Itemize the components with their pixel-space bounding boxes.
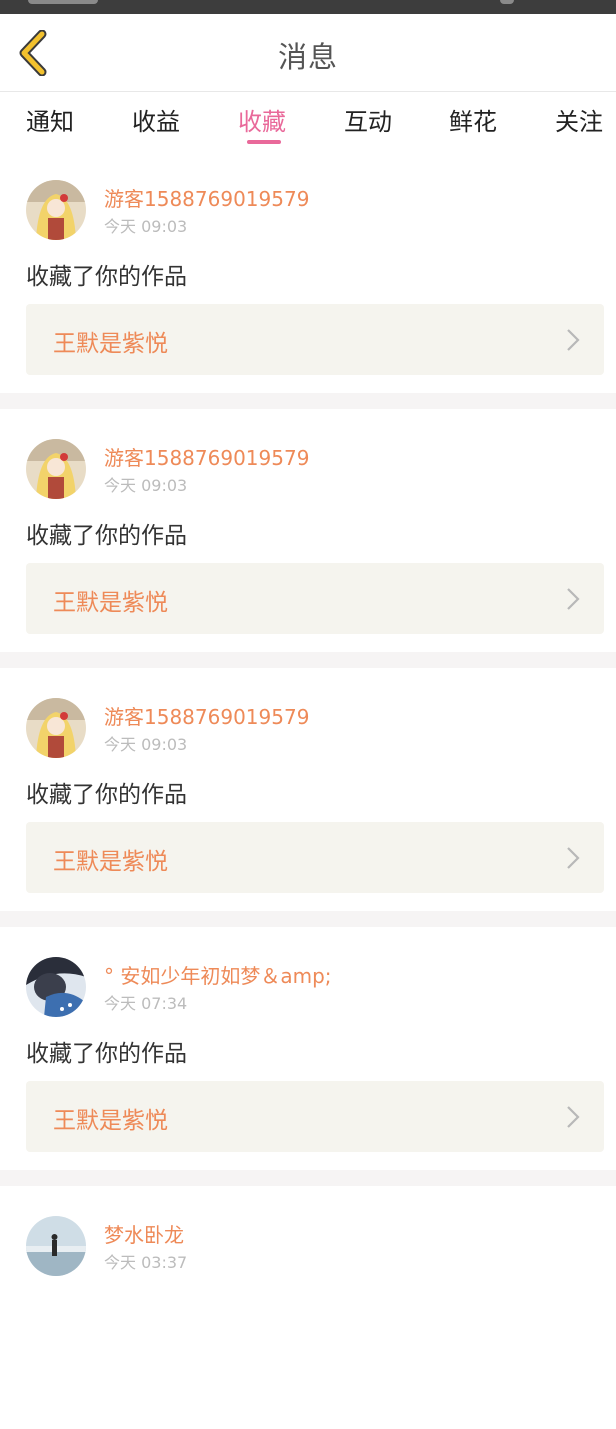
message-action: 收藏了你的作品 [26,1041,187,1067]
message-list: 游客1588769019579 今天 09:03 收藏了你的作品 王默是紫悦 游… [0,150,616,1429]
status-time [28,0,98,4]
tab-follow[interactable]: 关注 [555,102,603,137]
user-name[interactable]: 梦水卧龙 [104,1219,184,1248]
work-title: 王默是紫悦 [53,331,168,357]
chevron-right-icon [567,588,580,610]
avatar[interactable] [26,698,86,758]
work-title: 王默是紫悦 [53,590,168,616]
tab-notice[interactable]: 通知 [26,102,74,137]
message-action: 收藏了你的作品 [26,264,187,290]
tab-favorites[interactable]: 收藏 [238,102,286,137]
user-name[interactable]: 游客1588769019579 [104,701,309,730]
message-time: 今天 09:03 [104,476,188,495]
avatar[interactable] [26,439,86,499]
message-time: 今天 09:03 [104,735,188,754]
message-card: 游客1588769019579 今天 09:03 收藏了你的作品 王默是紫悦 [0,409,616,652]
page-title: 消息 [277,40,338,74]
message-card: 游客1588769019579 今天 09:03 收藏了你的作品 王默是紫悦 [0,150,616,393]
tab-income[interactable]: 收益 [132,102,180,137]
user-name[interactable]: 游客1588769019579 [104,442,309,471]
user-name[interactable]: 游客1588769019579 [104,183,309,212]
work-link[interactable]: 王默是紫悦 [26,563,604,634]
work-link[interactable]: 王默是紫悦 [26,1081,604,1152]
avatar[interactable] [26,180,86,240]
message-time: 今天 07:34 [104,994,188,1013]
divider [0,652,616,668]
tab-bar: 通知 收益 收藏 互动 鲜花 关注 [0,92,616,150]
message-action: 收藏了你的作品 [26,523,187,549]
message-card: 游客1588769019579 今天 09:03 收藏了你的作品 王默是紫悦 [0,668,616,911]
avatar[interactable] [26,957,86,1017]
message-card: ° 安如少年初如梦＆amp; 今天 07:34 收藏了你的作品 王默是紫悦 [0,927,616,1170]
work-title: 王默是紫悦 [53,1108,168,1134]
nav-header: 消息 [0,14,616,92]
tab-interaction[interactable]: 互动 [344,102,392,137]
divider [0,393,616,409]
status-icon [500,0,514,4]
avatar[interactable] [26,1216,86,1276]
work-title: 王默是紫悦 [53,849,168,875]
tab-flowers[interactable]: 鲜花 [449,102,497,137]
divider [0,1170,616,1186]
chevron-right-icon [567,329,580,351]
message-time: 今天 03:37 [104,1253,188,1272]
user-name[interactable]: ° 安如少年初如梦＆amp; [104,960,332,989]
message-action: 收藏了你的作品 [26,782,187,808]
tab-active-indicator [247,140,281,144]
message-time: 今天 09:03 [104,217,188,236]
work-link[interactable]: 王默是紫悦 [26,304,604,375]
divider [0,911,616,927]
message-card: 梦水卧龙 今天 03:37 [0,1186,616,1429]
status-bar [0,0,616,14]
work-link[interactable]: 王默是紫悦 [26,822,604,893]
chevron-right-icon [567,1106,580,1128]
chevron-right-icon [567,847,580,869]
